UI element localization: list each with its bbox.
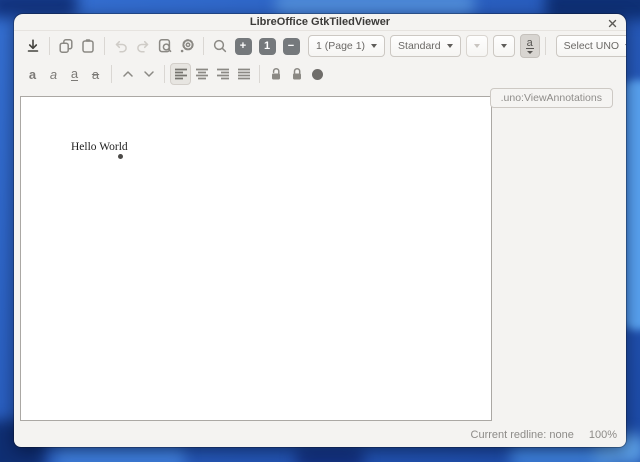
formatting-marks-glyph: a <box>526 38 534 49</box>
align-justify-icon <box>236 66 252 82</box>
close-icon <box>608 19 617 28</box>
view-annotations-button[interactable]: .uno:ViewAnnotations <box>490 88 613 108</box>
filled-circle-icon <box>312 69 323 80</box>
style-dropdown[interactable]: Standard <box>390 35 461 57</box>
extra-dropdown[interactable] <box>493 35 515 57</box>
lock-icon <box>289 66 305 82</box>
move-down-button[interactable] <box>138 63 159 85</box>
redline-status: Current redline: none <box>471 429 574 441</box>
down-chevron-icon <box>142 67 156 81</box>
copy-icon <box>58 38 74 54</box>
select-uno-label: Select UNO <box>564 40 619 52</box>
up-chevron-icon <box>121 67 135 81</box>
copy-button[interactable] <box>55 34 77 58</box>
chevron-down-icon <box>527 51 533 54</box>
undo-button[interactable] <box>110 34 132 58</box>
desktop: { "window": { "title": "LibreOffice GtkT… <box>0 0 640 462</box>
chevron-down-icon <box>371 44 377 48</box>
toolbar-separator <box>164 65 165 83</box>
extra-dropdown-disabled <box>466 35 488 57</box>
align-justify-button[interactable] <box>233 63 254 85</box>
chevron-down-icon <box>474 44 480 48</box>
lock-button[interactable] <box>286 63 307 85</box>
undo-icon <box>113 38 129 54</box>
search-button[interactable] <box>209 34 231 58</box>
strikethrough-button[interactable]: a <box>85 63 106 85</box>
align-center-button[interactable] <box>191 63 212 85</box>
unlock-icon <box>268 66 284 82</box>
titlebar[interactable]: LibreOffice GtkTiledViewer <box>14 14 626 31</box>
align-right-icon <box>215 66 231 82</box>
underline-button[interactable]: a <box>64 63 85 85</box>
desktop-background-blob <box>295 448 365 462</box>
page-dropdown-label: 1 (Page 1) <box>316 40 365 52</box>
statusbar: Current redline: none 100% <box>14 423 626 447</box>
bold-button[interactable]: a <box>22 63 43 85</box>
desktop-background-blob <box>624 80 640 330</box>
strikethrough-glyph: a <box>92 67 99 82</box>
align-left-icon <box>173 66 189 82</box>
toolbar-separator <box>203 37 204 55</box>
unlock-button[interactable] <box>265 63 286 85</box>
search-icon <box>212 38 228 54</box>
save-button[interactable] <box>22 34 44 58</box>
underline-glyph: a <box>71 67 78 81</box>
redo-button[interactable] <box>132 34 154 58</box>
chevron-down-icon <box>501 44 507 48</box>
zoom-reset-button[interactable]: 1 <box>259 38 276 55</box>
zoom-out-button[interactable]: − <box>283 38 300 55</box>
toolbar-separator <box>104 37 105 55</box>
find-replace-button[interactable] <box>154 34 176 58</box>
settings-button[interactable] <box>176 34 198 58</box>
save-icon <box>25 38 41 54</box>
record-circle-button[interactable] <box>307 63 328 85</box>
chevron-down-icon <box>447 44 453 48</box>
paste-icon <box>80 38 96 54</box>
zoom-in-button[interactable]: + <box>235 38 252 55</box>
document-text[interactable]: Hello World <box>71 141 128 153</box>
style-dropdown-label: Standard <box>398 40 441 52</box>
zoom-level: 100% <box>589 429 617 441</box>
document-area: Hello World .uno:ViewAnnotations <box>14 87 626 423</box>
app-window: LibreOffice GtkTiledViewer <box>14 14 626 447</box>
page-dropdown[interactable]: 1 (Page 1) <box>308 35 385 57</box>
align-right-button[interactable] <box>212 63 233 85</box>
formatting-toolbar: a a a a <box>14 61 626 87</box>
toolbar-separator <box>49 37 50 55</box>
toolbar-separator <box>545 37 546 55</box>
toolbar-separator <box>259 65 260 83</box>
redo-icon <box>135 38 151 54</box>
align-center-icon <box>194 66 210 82</box>
gear-icon <box>179 38 195 54</box>
move-up-button[interactable] <box>117 63 138 85</box>
cursor-handle-dot[interactable] <box>118 154 123 159</box>
italic-button[interactable]: a <box>43 63 64 85</box>
primary-toolbar: + 1 − 1 (Page 1) Standard a Select UNO <box>14 31 626 61</box>
find-replace-icon <box>157 38 173 54</box>
paste-button[interactable] <box>77 34 99 58</box>
select-uno-dropdown[interactable]: Select UNO <box>556 35 626 57</box>
toolbar-separator <box>111 65 112 83</box>
chevron-down-icon <box>625 44 626 48</box>
align-left-button[interactable] <box>170 63 191 85</box>
close-button[interactable] <box>607 18 617 28</box>
window-title: LibreOffice GtkTiledViewer <box>250 16 390 28</box>
document-page[interactable]: Hello World <box>20 96 492 421</box>
formatting-marks-toggle[interactable]: a <box>520 34 540 58</box>
